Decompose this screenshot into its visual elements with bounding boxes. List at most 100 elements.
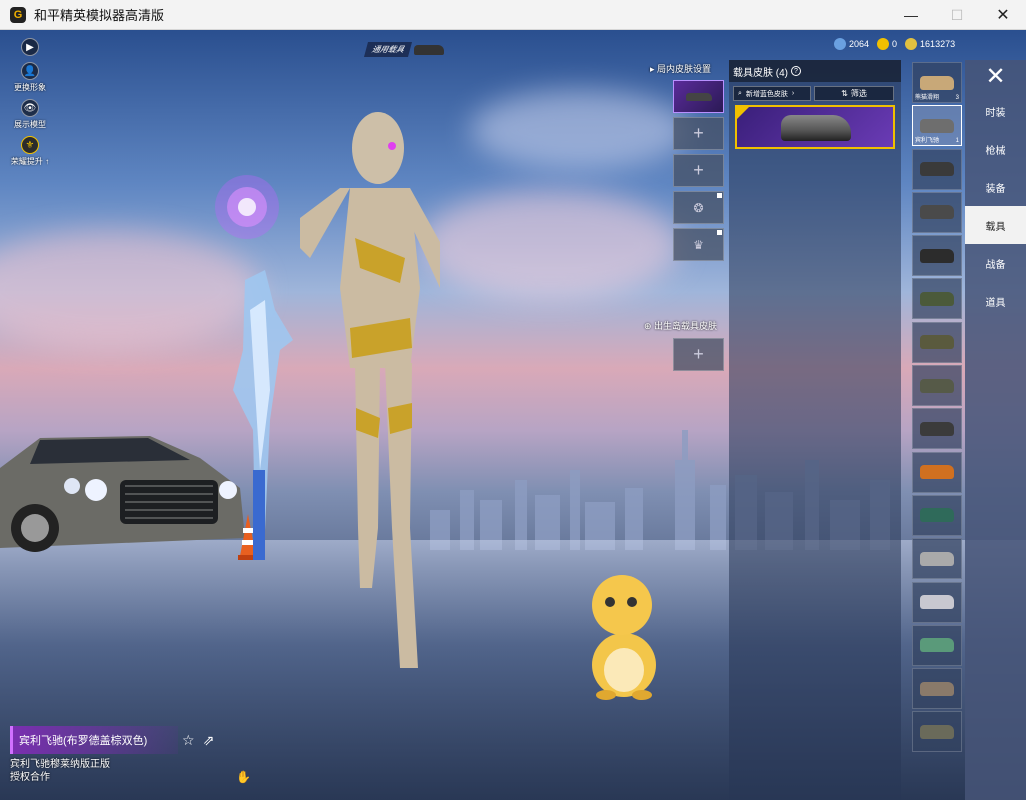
vehicle-item[interactable] bbox=[912, 538, 962, 580]
vehicle-item[interactable] bbox=[912, 451, 962, 493]
tool-label: 展示模型 bbox=[14, 120, 46, 129]
vehicle-icon bbox=[920, 162, 954, 177]
bentley-car-model bbox=[0, 436, 245, 552]
vehicle-icon bbox=[920, 724, 954, 739]
license-line: 授权合作 bbox=[10, 772, 50, 783]
skin-slot-empty[interactable]: + bbox=[673, 117, 724, 150]
category-vehicles[interactable]: 载具 bbox=[965, 206, 1026, 244]
coin-icon bbox=[834, 38, 846, 50]
vehicle-item[interactable] bbox=[912, 668, 962, 710]
spawn-island-skin-title: ⊕ 出生岛载具皮肤 bbox=[644, 321, 718, 331]
vehicle-icon bbox=[920, 291, 954, 306]
spawn-skin-slot[interactable]: + bbox=[673, 338, 724, 371]
vehicle-icon bbox=[920, 551, 954, 566]
general-vehicle-chip[interactable]: 通用载具 bbox=[363, 42, 444, 57]
tool-label: 荣耀提升 ↑ bbox=[10, 157, 50, 166]
category-equipment[interactable]: 装备 bbox=[965, 168, 1026, 206]
category-weapons[interactable]: 枪械 bbox=[965, 130, 1026, 168]
vehicle-skin-panel: 载具皮肤 (4) ? ⌕ 新增蓝色皮肤 › ⇅ 筛选 bbox=[729, 60, 901, 800]
vehicle-item[interactable] bbox=[912, 494, 962, 536]
vehicle-item[interactable] bbox=[912, 191, 962, 233]
vehicle-item[interactable] bbox=[912, 711, 962, 753]
eye-icon: 👁 bbox=[21, 99, 39, 117]
skin-card-selected[interactable] bbox=[735, 105, 895, 149]
filter-row: ⌕ 新增蓝色皮肤 › ⇅ 筛选 bbox=[733, 86, 897, 101]
vehicle-icon bbox=[920, 335, 954, 350]
skin-panel-title: 载具皮肤 (4) bbox=[733, 67, 788, 79]
crown-icon: ♛ bbox=[693, 237, 704, 252]
info-actions: ☆ ⇗ bbox=[182, 732, 214, 749]
vehicle-label: 熊猫滑翔 bbox=[915, 95, 940, 101]
hand-cursor-icon: ✋ bbox=[236, 770, 251, 784]
honor-upgrade-button[interactable]: ⚜ 荣耀提升 ↑ bbox=[10, 136, 50, 167]
category-fashion[interactable]: 时装 bbox=[965, 92, 1026, 130]
sort-label: 新增蓝色皮肤 bbox=[745, 90, 788, 98]
vehicle-icon bbox=[920, 205, 954, 220]
license-line: 宾利飞驰穆莱纳版正版 bbox=[10, 759, 110, 770]
vehicle-item[interactable] bbox=[912, 278, 962, 320]
change-appearance-button[interactable]: 👤 更换形象 bbox=[10, 62, 50, 93]
currency-bar: 2064 0 1613273 bbox=[834, 38, 955, 50]
close-window-button[interactable]: ✕ bbox=[980, 0, 1026, 30]
vehicle-item[interactable] bbox=[912, 235, 962, 277]
skin-panel-header: 载具皮肤 (4) ? bbox=[729, 60, 901, 82]
vehicle-icon bbox=[920, 378, 954, 393]
skin-name-tag: 宾利飞驰(布罗德盖棕双色) bbox=[10, 726, 178, 754]
window-titlebar: G 和平精英模拟器高清版 — ☐ ✕ bbox=[0, 0, 1026, 30]
currency-item: 1613273 bbox=[905, 38, 955, 50]
vehicle-item[interactable]: 宾利飞驰 1 bbox=[912, 105, 962, 147]
filter-icon: ⇅ bbox=[841, 89, 848, 98]
corner-marker bbox=[717, 230, 722, 235]
currency-item: 2064 bbox=[834, 38, 869, 50]
skin-slot-locked[interactable]: ♛ bbox=[673, 228, 724, 261]
corner-tag bbox=[737, 107, 749, 119]
window-title: 和平精英模拟器高清版 bbox=[34, 8, 165, 23]
maximize-button[interactable]: ☐ bbox=[934, 0, 980, 30]
skin-slot-selected[interactable] bbox=[673, 80, 724, 113]
vehicle-icon bbox=[920, 75, 954, 90]
gold-coin-icon bbox=[877, 38, 890, 50]
currency-value: 1613273 bbox=[920, 39, 956, 49]
vehicle-icon bbox=[920, 421, 954, 436]
app-logo-icon: G bbox=[10, 6, 26, 23]
category-nav: ✕ 时装 枪械 装备 载具 战备 道具 bbox=[965, 60, 1026, 800]
emblem-icon: ❂ bbox=[693, 200, 704, 215]
vehicle-item[interactable] bbox=[912, 321, 962, 363]
sort-dropdown[interactable]: ⌕ 新增蓝色皮肤 › bbox=[733, 86, 811, 101]
magic-orb-effect bbox=[215, 175, 279, 239]
skin-slot-locked[interactable]: ❂ bbox=[673, 191, 724, 224]
minimize-button[interactable]: — bbox=[888, 0, 934, 30]
vehicle-item[interactable] bbox=[912, 365, 962, 407]
car-icon bbox=[414, 44, 444, 55]
vehicle-icon bbox=[920, 638, 954, 653]
skin-slot-empty[interactable]: + bbox=[673, 154, 724, 187]
star-icon[interactable]: ☆ bbox=[182, 732, 195, 749]
vehicle-item[interactable] bbox=[912, 581, 962, 623]
help-icon[interactable]: ? bbox=[791, 66, 801, 76]
vehicle-icon bbox=[920, 681, 954, 696]
game-viewport[interactable]: ▶ 👤 更换形象 👁 展示模型 ⚜ 荣耀提升 ↑ 通用载具 2064 0 161… bbox=[0, 30, 1026, 800]
search-icon: ⌕ bbox=[738, 89, 742, 97]
show-model-button[interactable]: 👁 展示模型 bbox=[10, 99, 50, 130]
currency-value: 0 bbox=[892, 39, 898, 49]
vehicle-label: 宾利飞驰 bbox=[915, 138, 940, 145]
vehicle-icon bbox=[920, 118, 954, 133]
ice-weapon-model bbox=[233, 270, 293, 560]
vehicle-item[interactable] bbox=[912, 148, 962, 190]
category-props[interactable]: 道具 bbox=[965, 282, 1026, 320]
vehicle-item[interactable]: 熊猫滑翔 3 bbox=[912, 62, 962, 103]
vehicle-count: 1 bbox=[955, 138, 959, 145]
chevron-right-icon: › bbox=[791, 90, 795, 97]
play-icon: ▶ bbox=[21, 38, 39, 56]
filter-button[interactable]: ⇅ 筛选 bbox=[814, 86, 894, 101]
play-animation-button[interactable]: ▶ bbox=[10, 38, 50, 56]
category-supplies[interactable]: 战备 bbox=[965, 244, 1026, 282]
vehicle-item[interactable] bbox=[912, 408, 962, 450]
close-icon[interactable]: ✕ bbox=[965, 60, 1026, 92]
cloud-decoration bbox=[0, 230, 260, 350]
vehicle-item[interactable] bbox=[912, 624, 962, 666]
vehicle-icon bbox=[920, 595, 954, 610]
share-icon[interactable]: ⇗ bbox=[203, 732, 215, 749]
in-game-skin-setting-title: ▸ 局内皮肤设置 bbox=[650, 64, 712, 74]
currency-item: 0 bbox=[877, 38, 897, 50]
